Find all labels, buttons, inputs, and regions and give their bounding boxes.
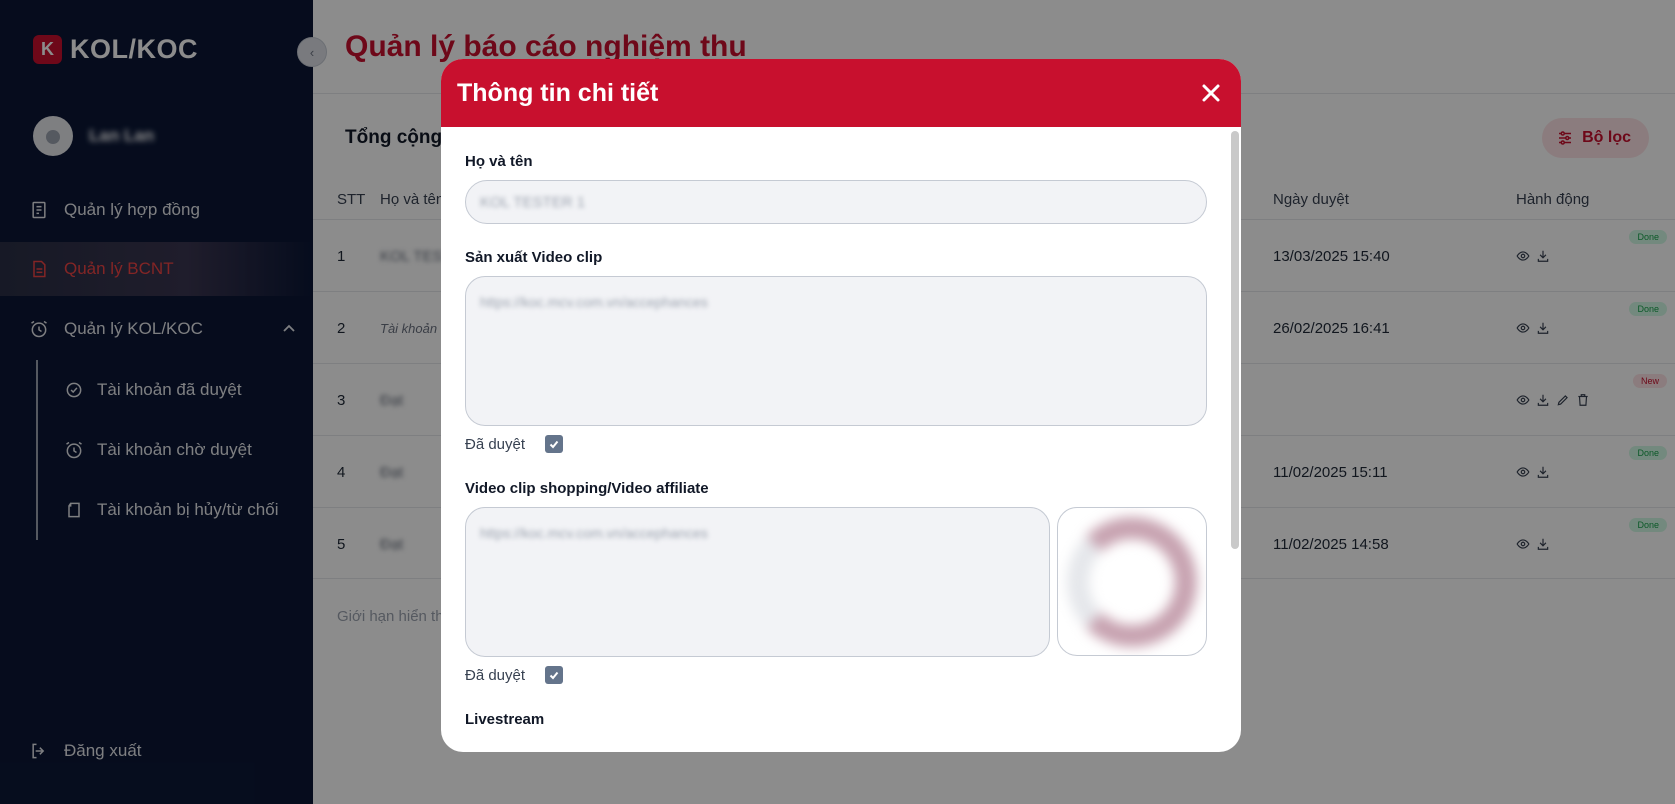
shopping-video-textarea[interactable]: https://koc.mcv.com.vn/accephances (465, 507, 1050, 657)
check-icon (549, 671, 559, 680)
approved-checkbox[interactable] (545, 435, 564, 453)
detail-modal: Thông tin chi tiết Họ và tên KOL TESTER … (441, 59, 1241, 752)
shopping-video-value: https://koc.mcv.com.vn/accephances (480, 525, 708, 541)
modal-body: Họ và tên KOL TESTER 1 Sản xuất Video cl… (441, 127, 1241, 752)
modal-header: Thông tin chi tiết (441, 59, 1241, 127)
shopping-video-thumbnail[interactable] (1057, 507, 1207, 656)
approved-label: Đã duyệt (465, 435, 526, 453)
name-value: KOL TESTER 1 (480, 193, 586, 211)
modal-title: Thông tin chi tiết (457, 78, 659, 107)
livestream-label: Livestream (465, 711, 545, 728)
approved-checkbox[interactable] (545, 666, 564, 684)
scrollbar[interactable] (1231, 131, 1239, 549)
video-clip-approved: Đã duyệt (465, 435, 564, 453)
check-icon (549, 440, 559, 449)
video-clip-label: Sản xuất Video clip (465, 249, 603, 266)
close-button[interactable] (1197, 79, 1225, 107)
video-clip-value: https://koc.mcv.com.vn/accephances (480, 294, 708, 310)
video-clip-textarea[interactable]: https://koc.mcv.com.vn/accephances (465, 276, 1207, 426)
shopping-video-approved: Đã duyệt (465, 666, 564, 684)
name-label: Họ và tên (465, 153, 533, 170)
name-field[interactable]: KOL TESTER 1 (465, 180, 1207, 224)
shopping-video-label: Video clip shopping/Video affiliate (465, 480, 709, 497)
approved-label: Đã duyệt (465, 666, 526, 684)
close-icon (1202, 84, 1220, 102)
